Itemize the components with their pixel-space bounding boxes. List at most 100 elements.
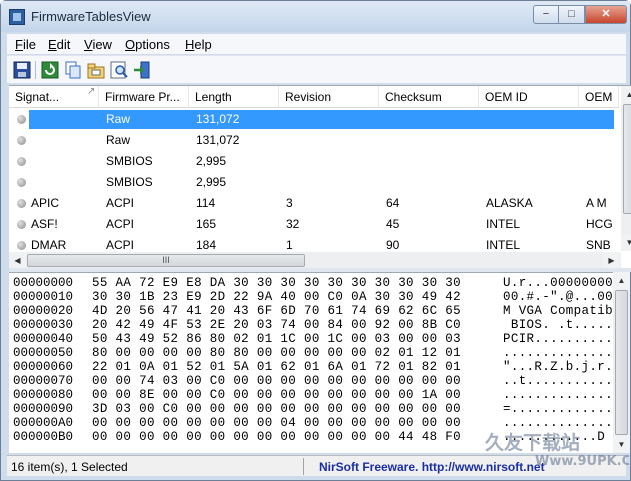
table-cell: SMBIOS bbox=[106, 154, 153, 168]
copy-icon[interactable] bbox=[64, 61, 82, 79]
table-cell: SMBIOS bbox=[106, 175, 153, 189]
status-separator bbox=[303, 458, 304, 475]
app-icon bbox=[9, 9, 25, 25]
hex-ascii: ..t........... bbox=[503, 374, 613, 388]
menu-view[interactable]: View bbox=[84, 37, 112, 52]
list-horizontal-scrollbar[interactable]: ◀ III ▶ bbox=[9, 252, 621, 268]
hex-bytes: 55 AA 72 E9 E8 DA 30 30 30 30 30 30 30 3… bbox=[92, 276, 462, 290]
list-vertical-scroll-thumb[interactable] bbox=[623, 104, 631, 214]
column-header-3[interactable]: Revision bbox=[279, 86, 379, 108]
hex-offset: 00000090 bbox=[13, 402, 74, 416]
menu-bar: File Edit View Options Help bbox=[7, 34, 626, 54]
hex-vertical-scrollbar[interactable]: ▲ ▼ bbox=[613, 272, 630, 453]
hex-offset: 000000A0 bbox=[13, 416, 74, 430]
hex-line: 00000030 20 42 49 4F 53 2E 20 03 74 00 84… bbox=[13, 318, 613, 333]
watermark-text-top: 久友下载站 bbox=[485, 431, 580, 454]
title-bar[interactable]: FirmwareTablesView − □ ✕ bbox=[1, 1, 630, 32]
hex-bytes: 50 43 49 52 86 80 02 01 1C 00 1C 00 03 0… bbox=[92, 332, 462, 346]
toolbar bbox=[7, 55, 626, 83]
table-cell: 165 bbox=[196, 217, 217, 231]
row-status-icon bbox=[17, 136, 26, 145]
hex-bytes: 22 01 0A 01 52 01 5A 01 62 01 6A 01 72 0… bbox=[92, 360, 462, 374]
table-cell: ACPI bbox=[106, 217, 135, 231]
watermark-text-bottom: Www.9UPK.Com bbox=[535, 454, 629, 469]
hex-bytes: 80 00 00 00 00 80 80 00 00 00 00 00 02 0… bbox=[92, 346, 462, 360]
table-cell: 2,995 bbox=[196, 175, 227, 189]
table-row[interactable]: SMBIOS 2,995 bbox=[9, 172, 619, 193]
table-row[interactable]: Raw 131,072 bbox=[9, 109, 619, 130]
hex-dump-pane[interactable]: 00000000 55 AA 72 E9 E8 DA 30 30 30 30 30… bbox=[9, 272, 621, 453]
hex-offset: 00000060 bbox=[13, 360, 74, 374]
hex-ascii: M VGA Compatib bbox=[503, 304, 613, 318]
table-cell: 114 bbox=[196, 196, 216, 210]
column-header-1[interactable]: Firmware Pr... bbox=[99, 86, 189, 108]
column-header-4[interactable]: Checksum bbox=[379, 86, 479, 108]
column-header-5[interactable]: OEM ID bbox=[479, 86, 579, 108]
maximize-button[interactable]: □ bbox=[559, 5, 585, 24]
table-cell: 2,995 bbox=[196, 154, 227, 168]
row-status-icon bbox=[17, 241, 26, 250]
hex-scroll-up-arrow-icon[interactable]: ▲ bbox=[613, 272, 630, 289]
hex-line: 00000060 22 01 0A 01 52 01 5A 01 62 01 6A… bbox=[13, 360, 613, 375]
table-row[interactable]: ASF! ACPI 165 32 45 INTEL HCG bbox=[9, 214, 619, 235]
menu-options[interactable]: Options bbox=[125, 37, 170, 52]
hex-ascii: .............. bbox=[503, 388, 613, 402]
table-cell: ACPI bbox=[106, 196, 135, 210]
hex-bytes: 20 42 49 4F 53 2E 20 03 74 00 84 00 92 0… bbox=[92, 318, 462, 332]
table-cell: HCG bbox=[586, 217, 613, 231]
hex-line: 00000050 80 00 00 00 00 80 80 00 00 00 00… bbox=[13, 346, 613, 361]
table-row[interactable]: SMBIOS 2,995 bbox=[9, 151, 619, 172]
exit-icon[interactable] bbox=[133, 61, 151, 79]
hex-offset: 00000050 bbox=[13, 346, 74, 360]
hex-vertical-scroll-thumb[interactable] bbox=[615, 290, 628, 435]
hex-bytes: 4D 20 56 47 41 20 43 6F 6D 70 61 74 69 6… bbox=[92, 304, 462, 318]
column-header-2[interactable]: Length bbox=[189, 86, 279, 108]
table-cell: Raw bbox=[106, 133, 131, 147]
table-cell: 131,072 bbox=[196, 133, 240, 147]
properties-icon[interactable] bbox=[87, 61, 105, 79]
hex-ascii: .............. bbox=[503, 346, 613, 360]
table-cell: 131,072 bbox=[196, 112, 240, 126]
hex-line: 00000010 30 30 1B 23 E9 2D 22 9A 40 00 C0… bbox=[13, 290, 613, 305]
menu-help[interactable]: Help bbox=[185, 37, 212, 52]
table-cell: INTEL bbox=[486, 217, 521, 231]
menu-accelerator-key: H bbox=[185, 37, 195, 52]
scroll-down-arrow-icon[interactable]: ▼ bbox=[621, 234, 631, 251]
hex-line: 00000090 3D 03 00 C0 00 00 00 00 00 00 00… bbox=[13, 402, 613, 417]
column-header-6[interactable]: OEM bbox=[579, 86, 619, 108]
hex-line: 00000000 55 AA 72 E9 E8 DA 30 30 30 30 30… bbox=[13, 276, 613, 291]
main-window: FirmwareTablesView − □ ✕ File Edit View Opt… bbox=[0, 0, 631, 481]
close-button[interactable]: ✕ bbox=[585, 5, 627, 24]
menu-file[interactable]: File bbox=[15, 37, 36, 52]
find-icon[interactable] bbox=[110, 61, 128, 79]
refresh-icon[interactable] bbox=[41, 61, 59, 79]
table-cell: 45 bbox=[386, 217, 400, 231]
scroll-left-arrow-icon[interactable]: ◀ bbox=[9, 252, 26, 268]
table-row[interactable]: APIC ACPI 114 3 64 ALASKA A M bbox=[9, 193, 619, 214]
minimize-button[interactable]: − bbox=[533, 5, 559, 24]
table-row[interactable]: Raw 131,072 bbox=[9, 130, 619, 151]
hex-ascii: BIOS. .t..... bbox=[503, 318, 613, 332]
hex-offset: 00000010 bbox=[13, 290, 74, 304]
row-status-icon bbox=[17, 199, 26, 208]
menu-label-rest: ile bbox=[22, 37, 36, 52]
hex-ascii: "...R.Z.b.j.r. bbox=[503, 360, 613, 374]
scroll-right-arrow-icon[interactable]: ▶ bbox=[603, 252, 620, 268]
hex-offset: 00000080 bbox=[13, 388, 74, 402]
hex-ascii: U.r...00000000 bbox=[503, 276, 613, 290]
scroll-up-arrow-icon[interactable]: ▲ bbox=[621, 86, 631, 103]
hex-ascii: 00.#.-".@...00 bbox=[503, 290, 613, 304]
save-icon[interactable] bbox=[13, 61, 31, 79]
row-status-icon bbox=[17, 178, 26, 187]
hex-offset: 00000030 bbox=[13, 318, 74, 332]
table-cell: ALASKA bbox=[486, 196, 533, 210]
row-status-icon bbox=[17, 220, 26, 229]
list-vertical-scrollbar[interactable]: ▲ ▼ bbox=[621, 86, 631, 251]
hex-ascii: =............. bbox=[503, 402, 613, 416]
list-horizontal-scroll-thumb[interactable]: III bbox=[27, 254, 305, 267]
hex-offset: 00000000 bbox=[13, 276, 74, 290]
menu-edit[interactable]: Edit bbox=[48, 37, 70, 52]
firmware-table-list[interactable]: Signat... Firmware Pr... Length Revision Che… bbox=[9, 85, 631, 268]
watermark-logo: 久友下载站 Www.9UPK.Com bbox=[485, 431, 629, 469]
column-header-0[interactable]: Signat... bbox=[9, 86, 99, 108]
